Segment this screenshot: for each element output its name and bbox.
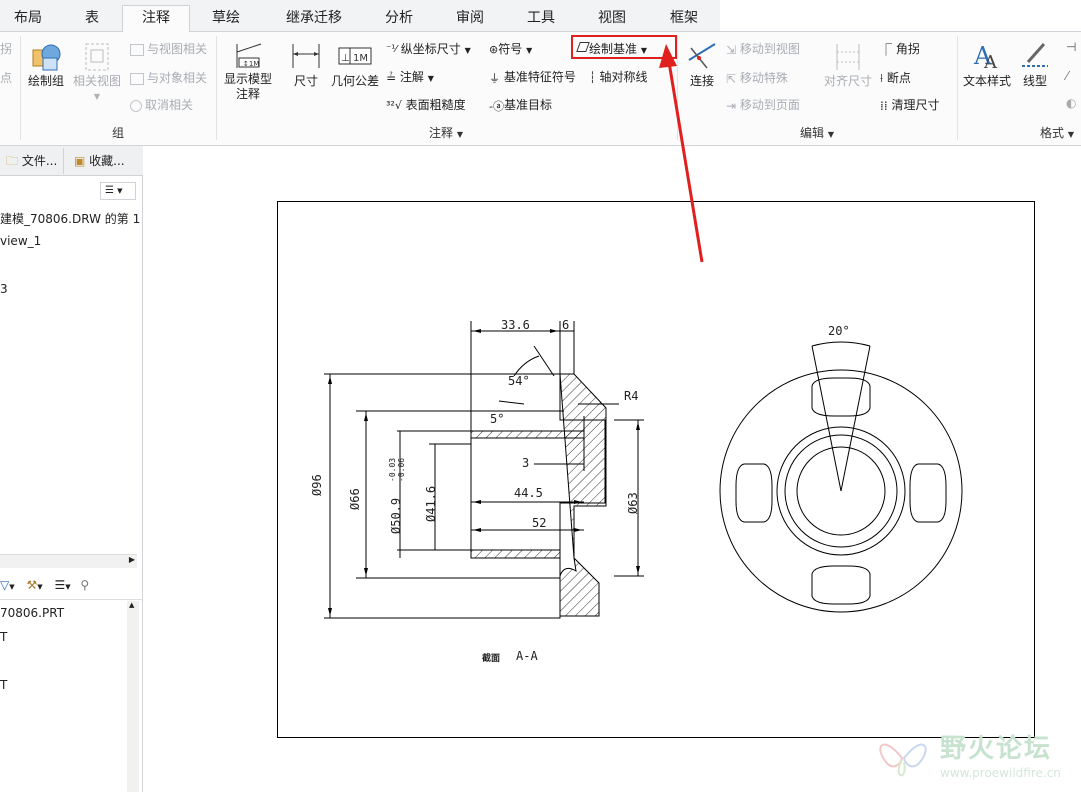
dim-dia-96[interactable]: Ø96 [310, 474, 324, 496]
dim-3[interactable]: 3 [522, 456, 529, 470]
chevron-down-icon: ▼ [117, 187, 123, 195]
butterfly-logo-icon [879, 743, 927, 777]
tolerance-upper: -0.03 [388, 457, 397, 482]
search-tree-icon[interactable]: ⚲ [80, 578, 89, 592]
list-icon: ☰ [105, 185, 114, 196]
tree-item-t2[interactable]: T [0, 678, 7, 692]
related-view-button[interactable]: 相关视图 ▼ [70, 40, 124, 104]
partial-point-label[interactable]: 点 [0, 69, 12, 86]
tab-file-browser[interactable]: 🗀 文件... [0, 148, 64, 174]
filter-icon[interactable]: ▽ [0, 578, 9, 592]
red-callout-arrow [659, 44, 704, 263]
tree-item-3[interactable]: 3 [0, 282, 8, 296]
left-navigator-pane: 🗀 文件... ▣ 收藏... ☰ ▼ 建模_70806.DRW 的第 1 vi… [0, 146, 143, 792]
vertical-scrollbar[interactable]: ▲ [127, 601, 139, 792]
tab-favorites[interactable]: ▣ 收藏... [68, 148, 140, 174]
tree-item-t1[interactable]: T [0, 630, 7, 644]
settings-list-icon[interactable]: ☰ [54, 578, 65, 592]
dim-dia-63[interactable]: Ø63 [626, 492, 640, 514]
folder-icon: 🗀 [6, 154, 19, 168]
object-related-icon [130, 72, 144, 85]
tab-layout[interactable]: 布局 [0, 6, 56, 32]
tree-item-view[interactable]: view_1 [0, 234, 41, 248]
related-view-icon [85, 43, 109, 71]
dim-dia-66[interactable]: Ø66 [348, 488, 362, 510]
tools-icon[interactable]: ⚒ [26, 578, 37, 592]
dim-dia-50-9[interactable]: Ø50.9 [389, 498, 403, 534]
file-browser-label: 文件... [21, 154, 58, 168]
section-name[interactable]: A-A [516, 649, 538, 663]
dim-44-5[interactable]: 44.5 [514, 486, 543, 500]
view-related-icon [130, 43, 144, 56]
tab-table[interactable]: 表 [62, 6, 122, 32]
drawing-canvas[interactable]: 33.6 6 54° 5° R4 3 44.5 52 Ø96 Ø66 Ø50.9… [144, 44, 1081, 792]
model-tree-toolbar: ▽▼ ⚒▼ ☰▼ ⚲ [0, 572, 143, 600]
settings-dropdown-icon[interactable]: ▼ [65, 583, 70, 591]
draw-group-icon [32, 44, 61, 71]
tree-item-drawing[interactable]: 建模_70806.DRW 的第 1 [0, 210, 140, 227]
favorites-icon: ▣ [74, 154, 86, 168]
dim-52[interactable]: 52 [532, 516, 546, 530]
section-label[interactable]: 截面 [482, 651, 500, 664]
draw-group-label: 绘制组 [27, 74, 64, 88]
scroll-right-icon: ▶ [128, 555, 135, 564]
partial-corner-label[interactable]: 拐 [0, 40, 12, 57]
watermark-url: www.proewildfire.cn [940, 766, 1061, 780]
draw-group-button[interactable]: 绘制组 [26, 40, 66, 89]
tolerance-lower: -0.06 [397, 457, 406, 482]
forum-watermark: 野火论坛 www.proewildfire.cn [872, 726, 1077, 790]
horizontal-scrollbar[interactable]: ▶ [0, 554, 137, 568]
favorites-label: 收藏... [89, 154, 125, 168]
filter-dropdown-icon[interactable]: ▼ [9, 583, 14, 591]
dim-tolerance[interactable]: -0.03 -0.06 [388, 458, 406, 482]
navigator-tab-bar: 🗀 文件... ▣ 收藏... [0, 146, 143, 176]
tools-dropdown-icon[interactable]: ▼ [37, 583, 42, 591]
scroll-up-icon: ▲ [129, 601, 135, 609]
dim-dia-41-6[interactable]: Ø41.6 [424, 486, 438, 522]
related-view-label: 相关视图 [72, 74, 121, 88]
tree-display-options-button[interactable]: ☰ ▼ [100, 182, 136, 200]
tree-item-part[interactable]: 70806.PRT [0, 606, 64, 620]
cancel-related-icon [130, 99, 142, 112]
watermark-title: 野火论坛 [940, 734, 1053, 764]
